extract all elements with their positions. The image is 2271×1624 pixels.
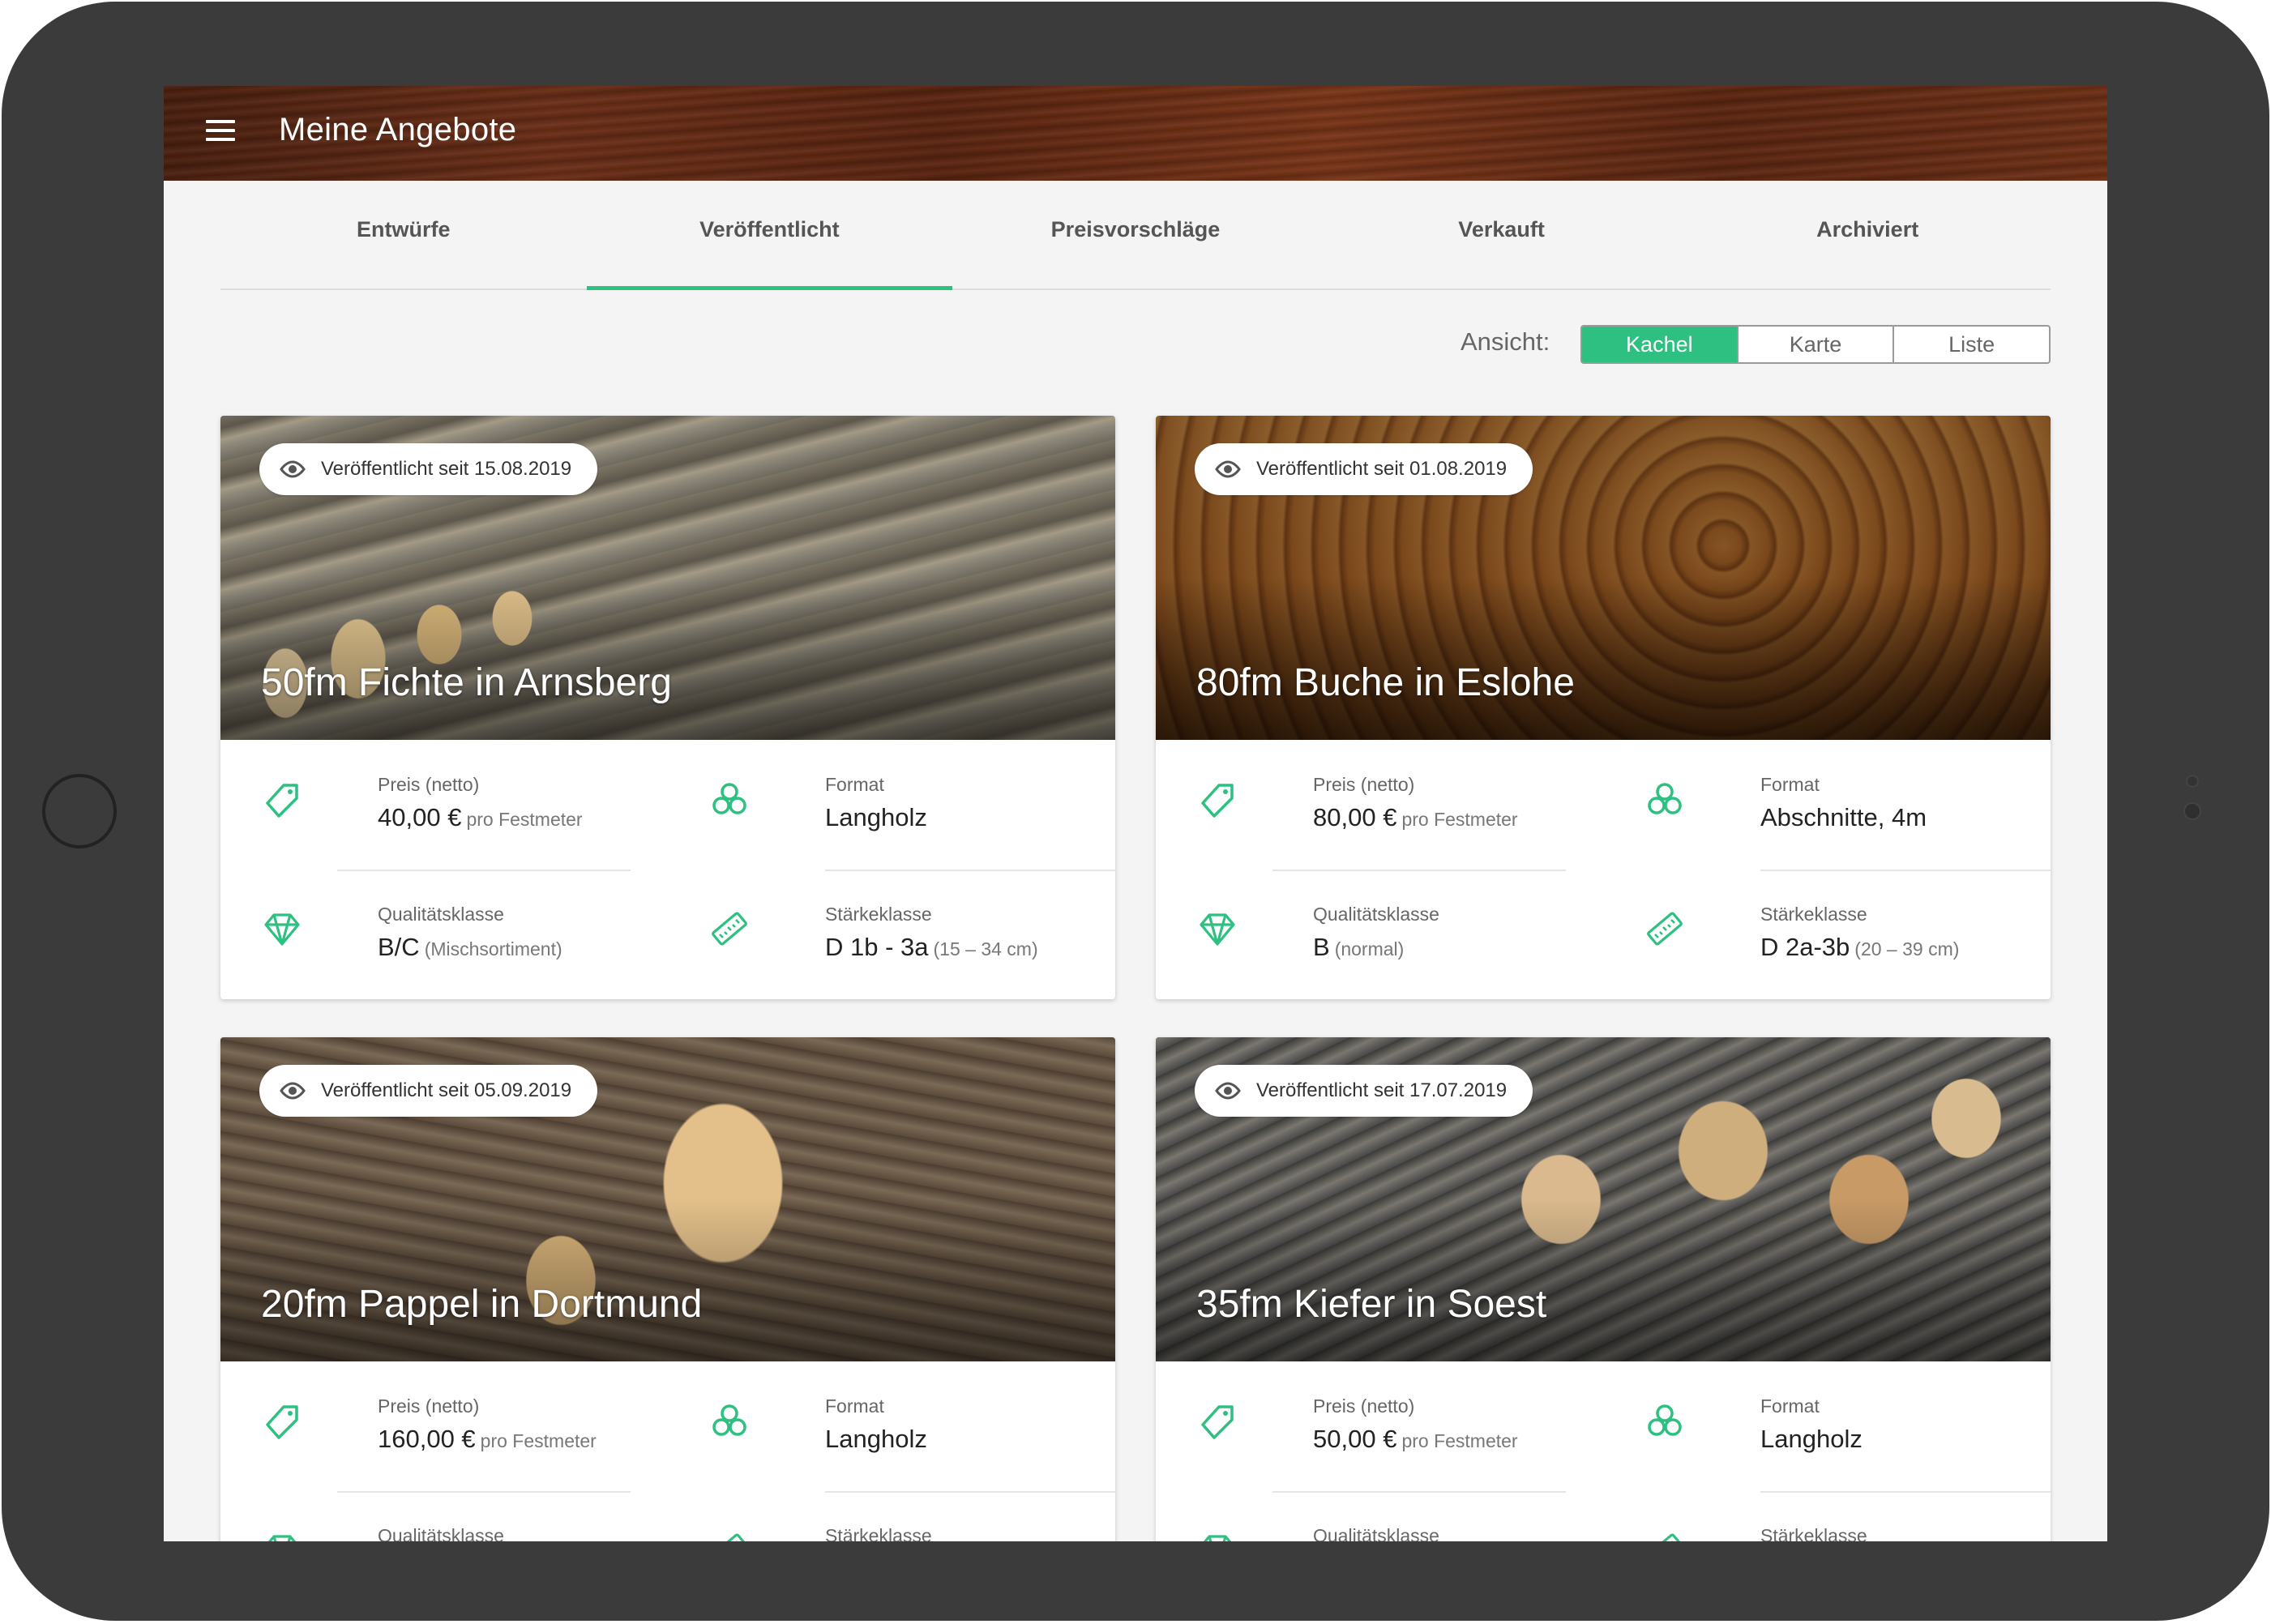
logs-icon	[712, 1404, 746, 1436]
price-value: 50,00 € pro Festmeter	[1313, 1425, 1518, 1453]
sensor-icon	[2183, 802, 2201, 820]
published-date: Veröffentlicht seit 15.08.2019	[321, 458, 572, 480]
format-label: Format	[1760, 1395, 1820, 1417]
strength-label: Stärkeklasse	[825, 904, 932, 925]
quality-label: Qualitätsklasse	[378, 904, 504, 925]
page-title: Meine Angebote	[279, 112, 517, 147]
format-value: Langholz	[825, 1425, 927, 1453]
format-value: Langholz	[1760, 1425, 1863, 1453]
logs-icon	[712, 783, 746, 814]
logs-icon	[1648, 1404, 1682, 1436]
view-switcher: Kachel Karte Liste	[1580, 325, 2051, 364]
view-option-liste[interactable]: Liste	[1894, 327, 2049, 362]
price-unit: pro Festmeter	[1401, 809, 1518, 830]
diamond-icon	[264, 913, 300, 946]
strength-label: Stärkeklasse	[825, 1525, 932, 1541]
published-date: Veröffentlicht seit 05.09.2019	[321, 1079, 572, 1101]
published-date: Veröffentlicht seit 17.07.2019	[1256, 1079, 1508, 1101]
view-label: Ansicht:	[1461, 327, 1550, 356]
eye-icon	[1215, 1082, 1241, 1100]
tab-entwuerfe[interactable]: Entwürfe	[220, 181, 587, 288]
app-bar: Meine Angebote	[164, 86, 2107, 181]
price-value: 80,00 € pro Festmeter	[1313, 803, 1518, 831]
price-value: 40,00 € pro Festmeter	[378, 803, 583, 831]
price-unit: pro Festmeter	[1401, 1430, 1518, 1451]
offer-title: 50fm Fichte in Arnsberg	[261, 661, 672, 704]
strength-label: Stärkeklasse	[1760, 904, 1867, 925]
ruler-icon	[1647, 1533, 1683, 1541]
price-unit: pro Festmeter	[466, 809, 583, 830]
published-badge: Veröffentlicht seit 01.08.2019	[1195, 443, 1533, 495]
price-value: 160,00 € pro Festmeter	[378, 1425, 597, 1453]
menu-icon[interactable]	[206, 120, 235, 144]
ruler-icon	[712, 912, 747, 946]
view-option-kachel[interactable]: Kachel	[1582, 327, 1739, 362]
price-tag-icon	[266, 1405, 298, 1439]
quality-value: B (normal)	[1313, 933, 1405, 961]
eye-icon	[1215, 460, 1241, 478]
diamond-icon	[1200, 913, 1235, 946]
format-value: Abschnitte, 4m	[1760, 803, 1927, 831]
ruler-icon	[712, 1533, 747, 1541]
format-value: Langholz	[825, 803, 927, 831]
quality-value: B/C (Mischsortiment)	[378, 933, 562, 961]
offer-card[interactable]: Veröffentlicht seit 15.08.2019 50fm Fich…	[220, 416, 1115, 999]
eye-icon	[280, 1082, 306, 1100]
offer-title: 20fm Pappel in Dortmund	[261, 1283, 703, 1326]
published-badge: Veröffentlicht seit 05.09.2019	[259, 1065, 598, 1117]
price-label: Preis (netto)	[1313, 1395, 1415, 1417]
eye-icon	[280, 460, 306, 478]
camera-icon	[2186, 775, 2199, 788]
home-button[interactable]	[42, 774, 117, 848]
strength-value: D 2a-3b (20 – 39 cm)	[1760, 933, 1960, 961]
quality-label: Qualitätsklasse	[378, 1525, 504, 1541]
format-label: Format	[825, 1395, 884, 1417]
ruler-icon	[1647, 912, 1683, 946]
offer-details: Preis (netto) 160,00 € pro Festmeter Form…	[220, 1361, 1115, 1541]
offer-details: Preis (netto) 80,00 € pro Festmeter Forma…	[1156, 740, 2051, 999]
price-label: Preis (netto)	[1313, 774, 1415, 795]
offer-image: Veröffentlicht seit 01.08.2019 80fm Buch…	[1156, 416, 2051, 740]
offer-title: 80fm Buche in Eslohe	[1196, 661, 1575, 704]
diamond-icon	[1203, 1535, 1232, 1541]
offer-details: Preis (netto) 40,00 € pro Festmeter Forma…	[220, 740, 1115, 999]
tab-preisvorschlaege[interactable]: Preisvorschläge	[952, 181, 1319, 288]
app-screen: Meine Angebote Entwürfe Veröffentlicht P…	[164, 86, 2107, 1541]
view-option-karte[interactable]: Karte	[1739, 327, 1895, 362]
published-badge: Veröffentlicht seit 15.08.2019	[259, 443, 598, 495]
strength-sub: (15 – 34 cm)	[933, 938, 1038, 959]
price-tag-icon	[1201, 784, 1234, 818]
price-unit: pro Festmeter	[480, 1430, 597, 1451]
price-label: Preis (netto)	[378, 1395, 480, 1417]
quality-label: Qualitätsklasse	[1313, 904, 1439, 925]
tablet-frame: Meine Angebote Entwürfe Veröffentlicht P…	[0, 0, 2271, 1624]
offer-card[interactable]: Veröffentlicht seit 05.09.2019 20fm Papp…	[220, 1037, 1115, 1541]
quality-label: Qualitätsklasse	[1313, 1525, 1439, 1541]
tab-veroeffentlicht[interactable]: Veröffentlicht	[586, 181, 953, 290]
published-badge: Veröffentlicht seit 17.07.2019	[1195, 1065, 1533, 1117]
tab-verkauft[interactable]: Verkauft	[1319, 181, 1685, 288]
price-tag-icon	[266, 784, 298, 818]
offer-image: Veröffentlicht seit 17.07.2019 35fm Kief…	[1156, 1037, 2051, 1361]
logs-icon	[1648, 783, 1682, 814]
format-label: Format	[825, 774, 884, 795]
quality-sub: (normal)	[1334, 938, 1405, 959]
strength-value: D 1b - 3a (15 – 34 cm)	[825, 933, 1038, 961]
offer-title: 35fm Kiefer in Soest	[1196, 1283, 1547, 1326]
format-label: Format	[1760, 774, 1820, 795]
tab-archiviert[interactable]: Archiviert	[1684, 181, 2051, 288]
offer-card[interactable]: Veröffentlicht seit 17.07.2019 35fm Kief…	[1156, 1037, 2051, 1541]
diamond-icon	[267, 1535, 297, 1541]
tab-bar: Entwürfe Veröffentlicht Preisvorschläge …	[220, 181, 2051, 290]
offer-card[interactable]: Veröffentlicht seit 01.08.2019 80fm Buch…	[1156, 416, 2051, 999]
quality-sub: (Mischsortiment)	[424, 938, 562, 959]
strength-sub: (20 – 39 cm)	[1854, 938, 1960, 959]
offer-image: Veröffentlicht seit 15.08.2019 50fm Fich…	[220, 416, 1115, 740]
price-label: Preis (netto)	[378, 774, 480, 795]
published-date: Veröffentlicht seit 01.08.2019	[1256, 458, 1508, 480]
strength-label: Stärkeklasse	[1760, 1525, 1867, 1541]
offer-details: Preis (netto) 50,00 € pro Festmeter Forma…	[1156, 1361, 2051, 1541]
price-tag-icon	[1201, 1405, 1234, 1439]
offer-image: Veröffentlicht seit 05.09.2019 20fm Papp…	[220, 1037, 1115, 1361]
